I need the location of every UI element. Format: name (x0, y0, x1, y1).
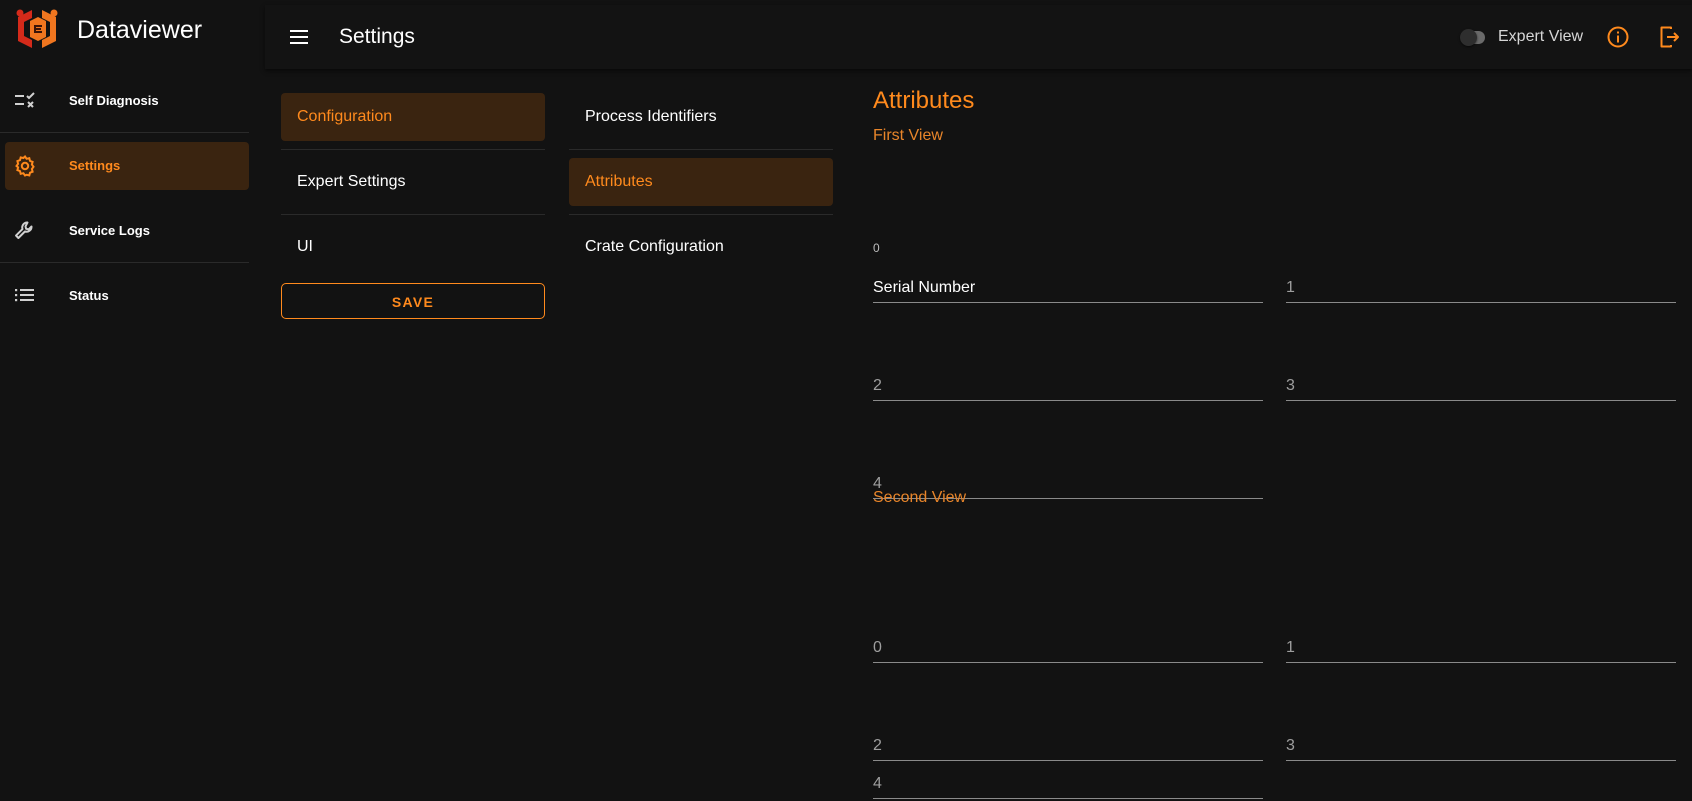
wrench-icon (15, 221, 33, 239)
sidebar: Dataviewer Self Diagnosis Settings Servi… (0, 0, 264, 801)
second-view-input-1[interactable] (1286, 634, 1676, 662)
menu-item-ui[interactable]: UI (281, 223, 545, 271)
menu-item-crate-configuration[interactable]: Crate Configuration (569, 223, 833, 271)
sidebar-item-label: Status (69, 288, 109, 303)
sidebar-item-self-diagnosis[interactable]: Self Diagnosis (5, 77, 249, 125)
field-underline (873, 662, 1263, 663)
second-view-field-3[interactable] (1286, 711, 1676, 761)
menu-item-label: Process Identifiers (585, 108, 717, 125)
first-view-heading: First View (873, 127, 943, 144)
attributes-form: Attributes First View 0 Second View (873, 82, 1678, 801)
second-view-field-0[interactable] (873, 613, 1263, 663)
menu-item-label: Configuration (297, 108, 393, 125)
first-view-input-3[interactable] (1286, 372, 1676, 400)
field-label: 0 (873, 241, 880, 255)
field-underline (1286, 662, 1676, 663)
field-underline (1286, 400, 1676, 401)
second-view-input-0[interactable] (873, 634, 1263, 662)
menu-item-expert-settings[interactable]: Expert Settings (281, 158, 545, 206)
sidebar-item-label: Self Diagnosis (69, 93, 159, 108)
divider (569, 214, 833, 215)
field-underline (1286, 760, 1676, 761)
checklist-icon (15, 92, 35, 108)
divider (0, 262, 249, 263)
first-view-field-0[interactable]: 0 (873, 221, 1263, 303)
sidebar-item-status[interactable]: Status (5, 272, 249, 320)
page-title: Settings (339, 25, 415, 48)
switch-thumb (1460, 29, 1477, 46)
second-view-input-4[interactable] (873, 770, 1263, 798)
second-view-input-3[interactable] (1286, 732, 1676, 760)
menu-item-label: UI (297, 238, 313, 255)
divider (281, 149, 545, 150)
dataviewer-logo (16, 9, 58, 48)
field-underline (873, 798, 1263, 799)
menu-item-attributes[interactable]: Attributes (569, 158, 833, 206)
gear-icon (15, 154, 35, 177)
menu-item-label: Expert Settings (297, 173, 406, 190)
second-view-heading: Second View (873, 489, 967, 506)
second-view-field-1[interactable] (1286, 613, 1676, 663)
sidebar-item-settings[interactable]: Settings (5, 142, 249, 190)
first-view-field-3[interactable] (1286, 351, 1676, 401)
menu-icon[interactable] (283, 21, 315, 53)
first-view-field-1[interactable] (1286, 253, 1676, 303)
sidebar-item-service-logs[interactable]: Service Logs (5, 207, 249, 255)
field-underline (873, 400, 1263, 401)
list-icon (15, 289, 34, 302)
sidebar-item-label: Service Logs (69, 223, 150, 238)
field-underline (1286, 302, 1676, 303)
menu-item-configuration[interactable]: Configuration (281, 93, 545, 141)
app-name: Dataviewer (77, 16, 203, 44)
brand[interactable]: Dataviewer (0, 0, 264, 60)
menu-item-label: Attributes (585, 173, 653, 190)
save-button[interactable]: SAVE (281, 283, 545, 319)
field-underline (873, 302, 1263, 303)
first-view-input-0[interactable] (873, 274, 1263, 302)
divider (0, 132, 249, 133)
info-icon[interactable] (1605, 24, 1631, 50)
menu-item-process-identifiers[interactable]: Process Identifiers (569, 93, 833, 141)
attributes-title: Attributes (873, 87, 975, 114)
second-view-field-4[interactable] (873, 749, 1263, 799)
first-view-input-1[interactable] (1286, 274, 1676, 302)
expert-view-label: Expert View (1498, 28, 1584, 45)
menu-item-label: Crate Configuration (585, 238, 724, 255)
logout-icon[interactable] (1656, 24, 1682, 50)
top-app-bar: Settings Expert View (265, 5, 1692, 69)
first-view-input-2[interactable] (873, 372, 1263, 400)
first-view-field-2[interactable] (873, 351, 1263, 401)
expert-view-toggle[interactable]: Expert View (1460, 5, 1613, 69)
divider (569, 149, 833, 150)
divider (281, 214, 545, 215)
sidebar-item-label: Settings (69, 158, 121, 173)
